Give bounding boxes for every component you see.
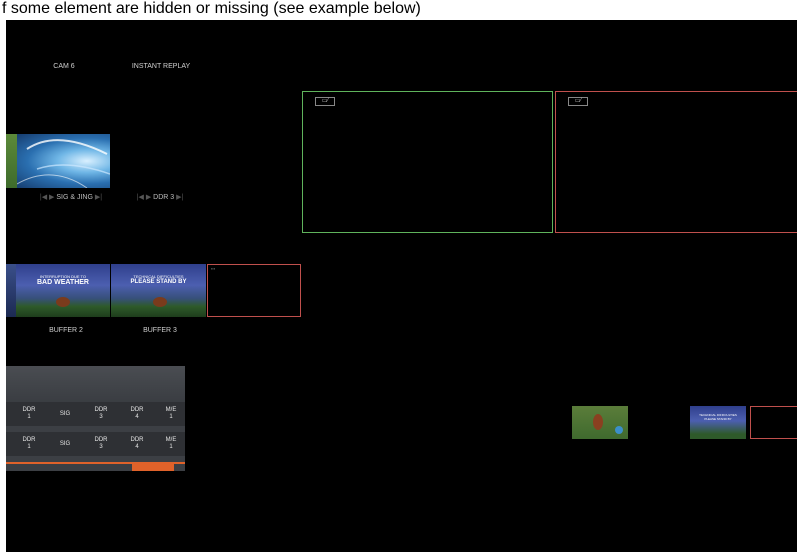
mini-thumb-text: TECHNICAL DIFFICULTIES PLEASE STAND BY [699,413,737,421]
football-icon [593,414,603,430]
sig-jing-preview[interactable] [17,134,110,188]
row-a-me1-button[interactable]: M/E 1 [160,407,182,421]
globe-graphic-icon [17,139,110,188]
cam-6-label: CAM 6 [53,63,75,70]
row-b-me1-button[interactable]: M/E 1 [160,437,182,451]
instant-replay-label: INSTANT REPLAY [131,63,191,70]
btn-bottom: 3 [99,414,103,420]
row-a-ddr3-button[interactable]: DDR 3 [90,407,112,421]
buffer-2-main-text: BAD WEATHER [37,279,89,286]
prev-icon[interactable]: |◀ ▶ [40,194,55,201]
mini-program-frame[interactable] [750,406,797,439]
row-a-ddr4-button[interactable]: DDR 4 [126,407,148,421]
buffer-3-label: BUFFER 3 [143,327,177,334]
buffer-3-main-text: PLEASE STAND BY [130,279,187,285]
btn-bottom: 4 [135,414,139,420]
btn-top: DDR [94,437,108,443]
sig-jing-name: SIG & JING [56,194,93,201]
buffer-1-partial[interactable] [6,264,16,317]
next-icon[interactable]: ▶| [95,194,102,201]
settings-badge-icon [615,426,623,434]
btn-top: M/E [165,437,177,443]
empty-slot-marker: ▪▪▪ [211,266,216,271]
ddr-3-name: DDR 3 [153,194,175,201]
btn-top: DDR [130,437,144,443]
buffer-3-thumbnail[interactable]: TECHNICAL DIFFICULTIES PLEASE STAND BY [111,264,206,317]
btn-top: DDR [94,407,108,413]
btn-bottom: 1 [27,444,31,450]
prev-icon-ddr[interactable]: |◀ ▶ [137,194,152,201]
preview-edit-icon[interactable]: ▭⁄ [315,97,335,106]
football-field-thumbnail[interactable] [572,406,628,439]
program-edit-icon[interactable]: ▭⁄ [568,97,588,106]
program-monitor[interactable]: ▭⁄ [555,91,797,233]
btn-top: M/E [165,407,177,413]
row-b-sig-button[interactable]: SIG [54,441,76,448]
football-graphic-icon [56,297,70,307]
ddr-3-label: |◀ ▶ DDR 3 ▶| [130,193,190,201]
buffer-2-thumbnail[interactable]: INTERRUPTION DUE TO BAD WEATHER [16,264,110,317]
football-graphic-icon-2 [153,297,167,307]
caption-text: f some element are hidden or missing (se… [0,0,797,20]
technical-difficulties-mini-thumbnail[interactable]: TECHNICAL DIFFICULTIES PLEASE STAND BY [690,406,746,439]
btn-bottom: 1 [169,414,173,420]
btn-bottom: 1 [27,414,31,420]
btn-top: SIG [59,411,71,417]
btn-bottom: 1 [169,444,173,450]
transition-button[interactable] [132,462,174,471]
row-b-ddr3-button[interactable]: DDR 3 [90,437,112,451]
sig-jing-thumbnail[interactable] [6,134,17,188]
row-b-ddr4-button[interactable]: DDR 4 [126,437,148,451]
preview-monitor[interactable]: ▭⁄ [302,91,553,233]
row-a-ddr1-button[interactable]: DDR 1 [18,407,40,421]
buffer-2-label: BUFFER 2 [49,327,83,334]
buffer-empty-slot[interactable]: ▪▪▪ [207,264,301,317]
sig-jing-label: |◀ ▶ SIG & JING ▶| [36,193,106,201]
btn-top: DDR [130,407,144,413]
btn-top: SIG [59,441,71,447]
btn-bottom: 4 [135,444,139,450]
btn-bottom: 3 [99,444,103,450]
btn-top: DDR [22,437,36,443]
row-a-sig-button[interactable]: SIG [54,411,76,418]
row-b-ddr1-button[interactable]: DDR 1 [18,437,40,451]
next-icon-ddr[interactable]: ▶| [176,194,183,201]
switcher-workspace: CAM 6 INSTANT REPLAY |◀ ▶ SIG & JING ▶| … [6,20,797,552]
btn-top: DDR [22,407,36,413]
panel-header [6,366,185,402]
